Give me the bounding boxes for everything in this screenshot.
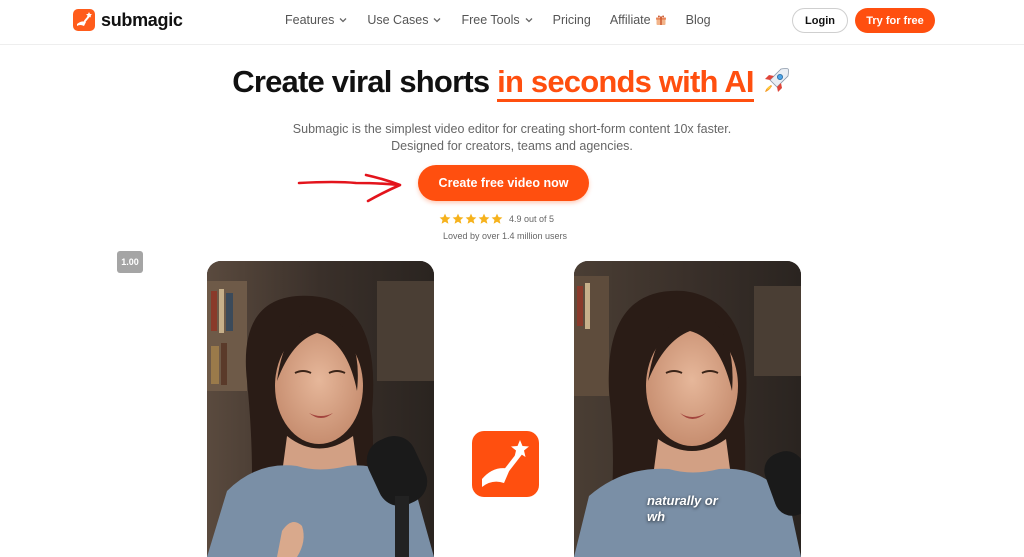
hero-subtitle: Submagic is the simplest video editor fo… bbox=[292, 122, 732, 153]
rating-text: 4.9 out of 5 bbox=[509, 214, 555, 224]
nav-item-free-tools[interactable]: Free Tools bbox=[461, 13, 533, 27]
rating-stars bbox=[439, 213, 503, 225]
main-menu: Features Use Cases Free Tools Pricing Af… bbox=[285, 13, 730, 27]
star-icon bbox=[439, 213, 451, 224]
nav-item-features[interactable]: Features bbox=[285, 13, 348, 27]
top-nav: submagic Features Use Cases Free Tools P… bbox=[0, 0, 1024, 45]
playback-speed-badge[interactable]: 1.00 bbox=[117, 251, 143, 273]
gift-icon bbox=[655, 15, 666, 25]
login-button[interactable]: Login bbox=[792, 8, 848, 33]
create-free-video-button[interactable]: Create free video now bbox=[418, 165, 589, 201]
submagic-logo-icon bbox=[73, 9, 95, 31]
hand-drawn-arrow-icon bbox=[297, 173, 402, 203]
star-icon bbox=[478, 213, 490, 224]
loved-by-text: Loved by over 1.4 million users bbox=[442, 231, 568, 241]
try-for-free-button[interactable]: Try for free bbox=[855, 8, 935, 33]
video-before[interactable] bbox=[207, 261, 434, 557]
video-caption: naturally or wh bbox=[647, 493, 718, 524]
brand-logo[interactable]: submagic bbox=[73, 9, 183, 31]
nav-item-affiliate[interactable]: Affiliate bbox=[610, 13, 667, 27]
video-frame-before bbox=[207, 261, 434, 557]
rocket-icon bbox=[764, 68, 789, 92]
nav-item-blog[interactable]: Blog bbox=[686, 13, 711, 27]
star-icon bbox=[491, 213, 503, 224]
nav-item-pricing[interactable]: Pricing bbox=[553, 13, 591, 27]
brand-name: submagic bbox=[101, 9, 183, 30]
nav-item-use-cases[interactable]: Use Cases bbox=[367, 13, 442, 27]
star-icon bbox=[465, 213, 477, 224]
rating: 4.9 out of 5 bbox=[439, 213, 554, 225]
chevron-down-icon bbox=[339, 18, 347, 23]
magic-wand-icon bbox=[472, 431, 539, 497]
star-icon bbox=[452, 213, 464, 224]
hero-title-accent: in seconds with AI bbox=[497, 64, 755, 102]
video-after[interactable]: naturally or wh bbox=[574, 261, 801, 557]
chevron-down-icon bbox=[525, 18, 533, 23]
chevron-down-icon bbox=[434, 18, 441, 23]
hero-title: Create viral shorts in seconds with AI bbox=[0, 64, 1024, 102]
